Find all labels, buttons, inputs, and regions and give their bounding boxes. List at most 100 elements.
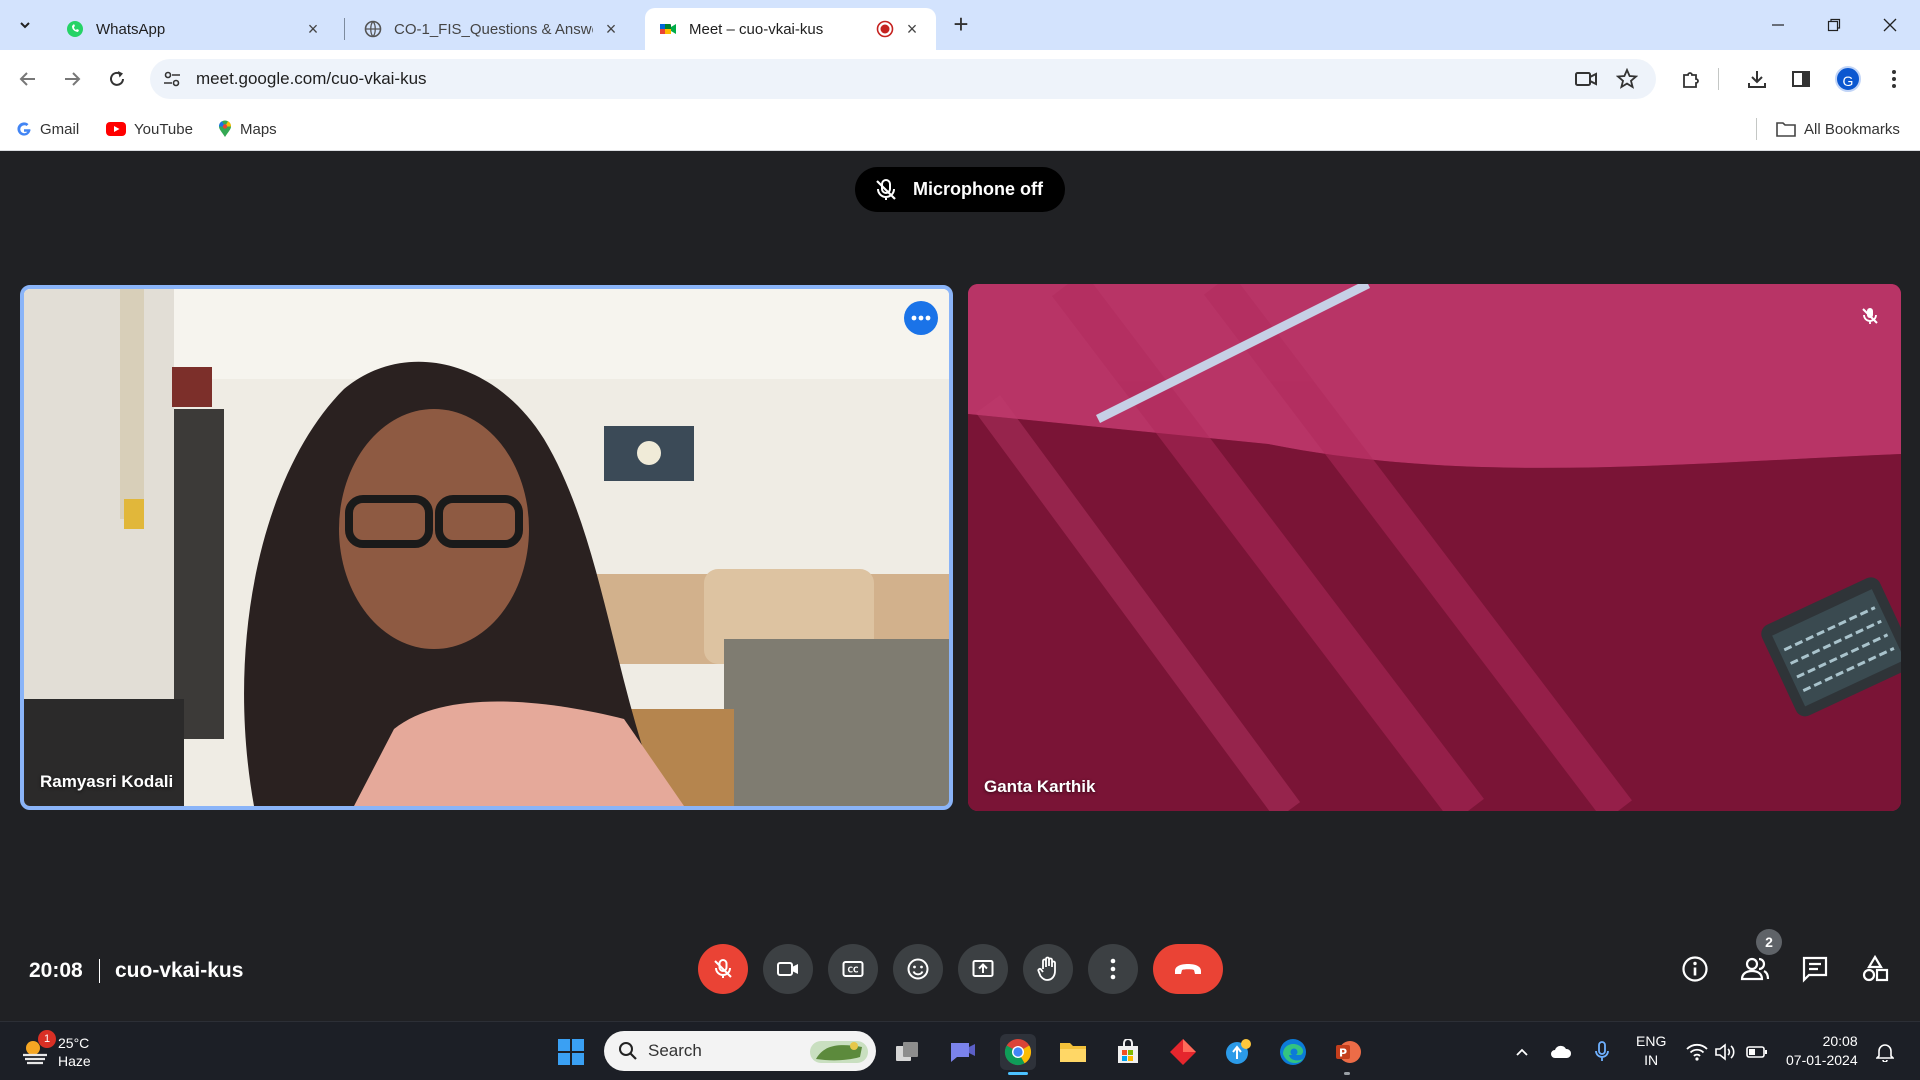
reactions-button[interactable] [893, 944, 943, 994]
kebab-menu-icon [1892, 70, 1896, 88]
bookmark-star-icon[interactable] [1616, 68, 1638, 90]
restore-button[interactable] [1806, 0, 1862, 50]
language-code: ENG [1636, 1033, 1667, 1049]
browser-toolbar: meet.google.com/cuo-vkai-kus G [0, 50, 1920, 108]
taskbar-windows-tips[interactable] [1220, 1034, 1256, 1070]
close-tab-icon[interactable]: × [601, 19, 621, 39]
whatsapp-icon [67, 21, 83, 37]
minimize-button[interactable] [1750, 0, 1806, 50]
participant-tile-ramyasri[interactable]: Ramyasri Kodali [20, 285, 953, 810]
people-button[interactable] [1737, 951, 1773, 987]
raise-hand-icon [1037, 956, 1056, 981]
participant-name: Ganta Karthik [984, 777, 1096, 796]
side-panel-button[interactable] [1786, 64, 1816, 94]
leave-call-icon [1175, 964, 1201, 974]
weather-condition: Haze [58, 1053, 91, 1069]
speaker-icon [1715, 1043, 1735, 1061]
camera-icon [777, 962, 798, 976]
close-tab-icon[interactable]: × [303, 19, 323, 39]
tab-meet[interactable]: Meet – cuo-vkai-kus × [645, 8, 936, 50]
more-options-button[interactable] [1088, 944, 1138, 994]
profile-avatar[interactable]: G [1835, 66, 1861, 92]
participant-count-badge: 2 [1756, 929, 1782, 955]
back-button[interactable] [13, 64, 43, 94]
taskbar-file-explorer[interactable] [1055, 1034, 1091, 1070]
site-info-icon[interactable] [162, 69, 182, 89]
system-clock[interactable]: 20:08 07-01-2024 [1786, 1032, 1858, 1070]
tab-search-button[interactable] [12, 12, 38, 38]
onedrive-tray-button[interactable] [1549, 1040, 1573, 1064]
wifi-tray-button[interactable] [1685, 1040, 1709, 1064]
clock-time: 20:08 [1822, 1033, 1858, 1049]
edge-icon [1280, 1039, 1306, 1065]
download-icon [1748, 71, 1766, 88]
camera-in-use-icon[interactable] [1574, 68, 1598, 90]
camera-toggle-button[interactable] [763, 944, 813, 994]
tab-title: CO-1_FIS_Questions & Answers [394, 20, 593, 38]
forward-button[interactable] [57, 64, 87, 94]
chat-camera-icon [951, 1043, 975, 1062]
present-screen-button[interactable] [958, 944, 1008, 994]
microphone-off-toast: Microphone off [855, 167, 1065, 212]
new-tab-button[interactable]: + [948, 11, 974, 38]
taskbar-search[interactable]: Search [604, 1031, 876, 1071]
battery-icon [1746, 1046, 1767, 1058]
notifications-button[interactable] [1873, 1040, 1897, 1064]
battery-tray-button[interactable] [1745, 1040, 1769, 1064]
more-horizontal-icon [911, 315, 931, 321]
bookmarks-bar: Gmail YouTube Maps All Bookmarks [0, 108, 1920, 151]
input-language-indicator[interactable]: ENG IN [1636, 1032, 1666, 1070]
show-hidden-icons-button[interactable] [1510, 1040, 1534, 1064]
microphone-toggle-button[interactable] [698, 944, 748, 994]
taskbar-red-app[interactable] [1165, 1034, 1201, 1070]
leave-call-button[interactable] [1153, 944, 1223, 994]
browser-menu-button[interactable] [1879, 64, 1909, 94]
tab-whatsapp[interactable]: WhatsApp × [52, 8, 337, 50]
meeting-details-button[interactable] [1677, 951, 1713, 987]
extensions-button[interactable] [1676, 64, 1706, 94]
participant-video [24, 289, 949, 806]
side-panel-icon [1792, 71, 1810, 87]
restore-icon [1827, 18, 1841, 32]
downloads-button[interactable] [1742, 64, 1772, 94]
info-icon [1682, 956, 1708, 982]
chat-button[interactable] [1797, 951, 1833, 987]
taskbar-teams-chat[interactable] [945, 1034, 981, 1070]
url-text: meet.google.com/cuo-vkai-kus [196, 69, 427, 88]
bookmark-gmail[interactable]: Gmail [16, 118, 79, 140]
tab-co1-fis[interactable]: CO-1_FIS_Questions & Answers × [350, 8, 635, 50]
mic-off-icon [1862, 308, 1878, 324]
task-view-button[interactable] [889, 1034, 925, 1070]
raise-hand-button[interactable] [1023, 944, 1073, 994]
volume-tray-button[interactable] [1713, 1040, 1737, 1064]
active-app-indicator [1008, 1072, 1028, 1075]
close-window-button[interactable] [1862, 0, 1918, 50]
wifi-icon [1686, 1043, 1708, 1061]
taskbar-powerpoint[interactable]: P [1330, 1034, 1366, 1070]
all-bookmarks-label: All Bookmarks [1804, 120, 1900, 138]
svg-text:CC: CC [847, 966, 859, 975]
people-icon [1740, 957, 1770, 981]
taskbar-edge[interactable] [1275, 1034, 1311, 1070]
taskbar-microsoft-store[interactable] [1110, 1034, 1146, 1070]
activities-button[interactable] [1857, 951, 1893, 987]
bookmark-maps[interactable]: Maps [218, 118, 277, 140]
participant-muted-indicator [1854, 300, 1886, 332]
tab-separator [344, 18, 345, 40]
taskbar-chrome[interactable] [1000, 1034, 1036, 1070]
tile-more-options-button[interactable] [904, 301, 938, 335]
close-tab-icon[interactable]: × [902, 19, 922, 39]
windows-taskbar: 1 25°C Haze Search P ENG IN 20:08 07-01-… [0, 1021, 1920, 1080]
minimize-icon [1772, 24, 1784, 26]
start-button[interactable] [553, 1034, 589, 1070]
all-bookmarks-button[interactable]: All Bookmarks [1776, 118, 1900, 140]
address-bar[interactable]: meet.google.com/cuo-vkai-kus [150, 59, 1656, 99]
participant-tile-ganta[interactable]: Ganta Karthik [968, 284, 1901, 811]
bookmark-youtube[interactable]: YouTube [106, 118, 193, 140]
emoji-icon [907, 958, 929, 980]
captions-button[interactable]: CC [828, 944, 878, 994]
reload-button[interactable] [102, 64, 132, 94]
microphone-tray-button[interactable] [1590, 1040, 1614, 1064]
weather-widget[interactable]: 1 25°C Haze [20, 1030, 91, 1070]
weather-temperature: 25°C [58, 1035, 90, 1051]
